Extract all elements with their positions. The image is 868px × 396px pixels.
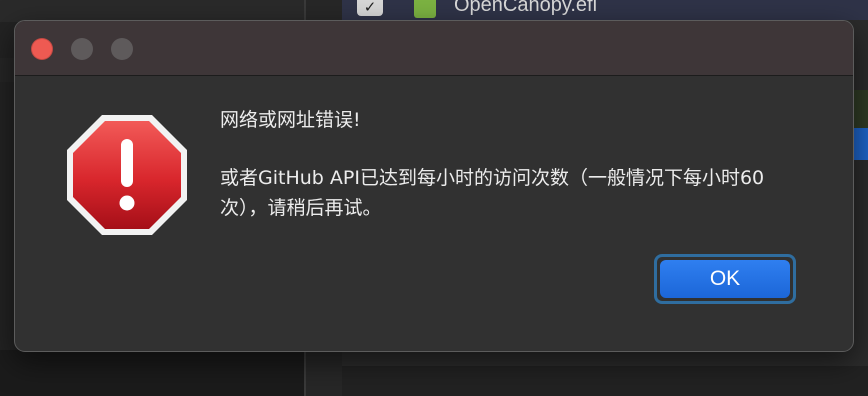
background-footer (0, 350, 304, 396)
ok-button[interactable]: OK (660, 260, 790, 298)
close-window-button[interactable] (31, 38, 53, 60)
error-alert-dialog: 网络或网址错误! 或者GitHub API已达到每小时的访问次数（一般情况下每小… (14, 20, 854, 352)
background-green-strip (854, 90, 868, 128)
green-file-icon (414, 0, 436, 18)
background-selection-strip (854, 128, 868, 160)
alert-title: 网络或网址错误! (220, 109, 361, 131)
minimize-window-button[interactable] (71, 38, 93, 60)
file-name-label: OpenCanopy.efi (454, 0, 598, 16)
background-toolbar (0, 0, 304, 22)
stop-sign-exclamation-icon (65, 113, 189, 237)
file-checkbox[interactable]: ✓ (357, 0, 383, 16)
alert-message: 网络或网址错误! 或者GitHub API已达到每小时的访问次数（一般情况下每小… (220, 107, 820, 223)
background-status-area (342, 366, 868, 396)
zoom-window-button[interactable] (111, 38, 133, 60)
alert-body-text: 或者GitHub API已达到每小时的访问次数（一般情况下每小时60次），请稍后… (220, 167, 765, 219)
dialog-titlebar (15, 21, 853, 76)
